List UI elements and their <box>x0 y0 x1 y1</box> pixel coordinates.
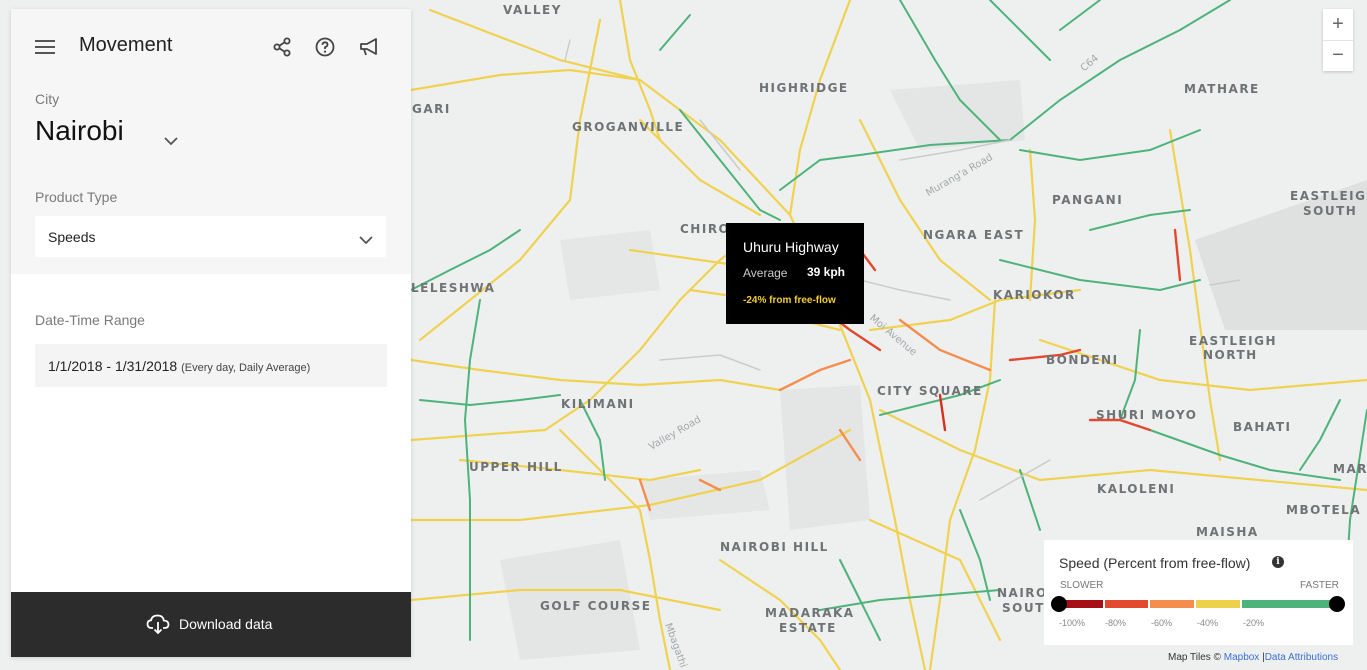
legend-slower-label: SLOWER <box>1060 580 1104 591</box>
legend-segment-2 <box>1105 600 1148 608</box>
side-panel: Movement City Nairobi Product Type Speed… <box>11 9 411 657</box>
city-value[interactable]: Nairobi <box>35 115 124 147</box>
place-label-eastleigh-north: EASTLEIGH <box>1189 334 1278 348</box>
place-label-mathare: MATHARE <box>1184 82 1260 96</box>
place-label-golf-course: GOLF COURSE <box>540 599 652 613</box>
place-label-ngara-east: NGARA EAST <box>923 228 1025 242</box>
legend-tick: -100% <box>1059 618 1086 628</box>
legend-scale-bar[interactable] <box>1059 600 1337 608</box>
date-range-detail: (Every day, Daily Average) <box>181 362 311 374</box>
product-type-value: Speeds <box>48 229 96 245</box>
legend-handle-right[interactable] <box>1329 596 1345 612</box>
place-label-nairobi-hill: NAIROBI HILL <box>720 540 829 554</box>
tooltip-average-label: Average <box>743 266 788 280</box>
place-label-kilimani: KILIMANI <box>561 397 635 411</box>
place-label-kileleshwa: LELESHWA <box>411 281 496 295</box>
app-title: Movement <box>79 34 173 56</box>
place-label-shauri-moyo: SHURI MOYO <box>1096 408 1198 422</box>
zoom-out-button[interactable]: − <box>1323 40 1353 71</box>
legend-faster-label: FASTER <box>1300 580 1339 591</box>
place-label-pangani: PANGANI <box>1052 193 1124 207</box>
place-label-madaraka-estate: ESTATE <box>779 621 837 635</box>
place-label-madaraka: MADARAKA <box>765 606 855 620</box>
data-attributions-link[interactable]: Data Attributions <box>1265 652 1338 663</box>
legend-tick: -40% <box>1197 618 1219 628</box>
speed-legend: Speed (Percent from free-flow) i SLOWER … <box>1044 540 1353 645</box>
legend-tick: -80% <box>1105 618 1127 628</box>
help-icon[interactable] <box>313 35 337 59</box>
date-range-field[interactable]: 1/1/2018 - 1/31/2018 (Every day, Daily A… <box>35 344 387 387</box>
zoom-controls: + − <box>1323 9 1353 71</box>
tooltip-road-name: Uhuru Highway <box>743 239 839 255</box>
place-label-highridge: HIGHRIDGE <box>759 81 849 95</box>
place-label-city-square: CITY SQUARE <box>877 384 983 398</box>
product-chevron-down-icon <box>358 232 374 250</box>
place-label-nairobi-south: NAIRO <box>997 586 1048 600</box>
place-label-bahati: BAHATI <box>1233 420 1292 434</box>
place-label-valley: VALLEY <box>503 3 562 17</box>
menu-icon[interactable] <box>35 39 55 55</box>
place-label-chiro: CHIRO <box>680 222 731 236</box>
legend-title: Speed (Percent from free-flow) <box>1059 555 1251 571</box>
date-range-label: Date-Time Range <box>35 312 145 328</box>
legend-tick: -60% <box>1151 618 1173 628</box>
date-range-value: 1/1/2018 - 1/31/2018 <box>48 358 178 374</box>
place-label-kariokor: KARIOKOR <box>993 288 1076 302</box>
place-label-mbotela: MBOTELA <box>1286 503 1362 517</box>
place-label-kaloleni: KALOLENI <box>1097 482 1176 496</box>
info-icon[interactable]: i <box>1272 556 1284 568</box>
place-label-gari: GARI <box>412 102 451 116</box>
product-type-label: Product Type <box>35 189 118 205</box>
legend-tick: -20% <box>1243 618 1265 628</box>
product-type-select[interactable]: Speeds <box>35 216 386 257</box>
place-label-mar: MAR <box>1333 462 1367 476</box>
cloud-download-icon <box>146 612 170 641</box>
tooltip-average-value: 39 kph <box>807 265 846 279</box>
download-data-button[interactable]: Download data <box>11 592 411 657</box>
announcement-icon[interactable] <box>357 35 381 59</box>
place-label-groganville: GROGANVILLE <box>572 120 685 134</box>
place-label-eastleigh-south-2: SOUTH <box>1303 204 1358 218</box>
tooltip-delta: -24% from free-flow <box>743 295 836 306</box>
city-label: City <box>35 91 60 107</box>
legend-segment-3 <box>1150 600 1194 608</box>
city-chevron-down-icon[interactable] <box>163 133 179 151</box>
date-range-text: 1/1/2018 - 1/31/2018 (Every day, Daily A… <box>48 358 310 374</box>
place-label-upper-hill: UPPER HILL <box>469 460 563 474</box>
zoom-in-button[interactable]: + <box>1323 9 1353 41</box>
place-label-bondeni: BONDENI <box>1046 353 1119 367</box>
place-label-eastleigh-north-2: NORTH <box>1203 348 1258 362</box>
legend-handle-left[interactable] <box>1051 596 1067 612</box>
legend-segment-5 <box>1242 600 1337 608</box>
place-label-eastleigh-south: EASTLEIGH <box>1290 189 1367 203</box>
place-label-maisha: MAISHA <box>1196 525 1259 539</box>
legend-segment-4 <box>1196 600 1240 608</box>
road-tooltip: Uhuru Highway Average 39 kph -24% from f… <box>726 223 864 324</box>
mapbox-link[interactable]: Mapbox <box>1224 652 1260 663</box>
share-icon[interactable] <box>270 35 294 59</box>
download-data-label: Download data <box>179 616 273 632</box>
attribution-prefix: Map Tiles © <box>1168 652 1221 663</box>
map-attribution: Map Tiles © Mapbox |Data Attributions <box>1168 652 1339 663</box>
